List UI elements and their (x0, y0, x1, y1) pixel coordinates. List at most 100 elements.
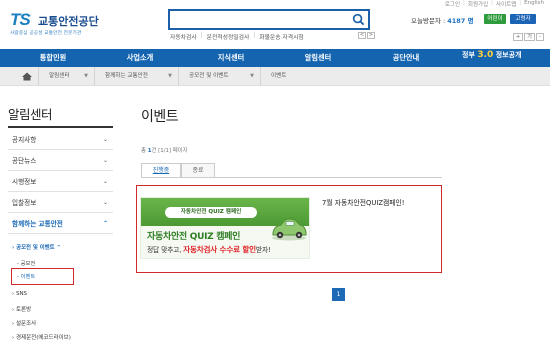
chevron-down-icon: ▼ (84, 73, 88, 79)
sidebar-item-label: 공지사항 (12, 136, 37, 144)
visitor-counter: 오늘방문자 : 4187 명 (411, 15, 474, 25)
chevron-down-icon: ⌄ (102, 157, 108, 164)
breadcrumb-item[interactable]: 함께하는 교통안전 ▼ (95, 67, 179, 86)
sidebar-item-enforcement[interactable]: 시행정보 ⌄ (8, 172, 113, 192)
sidebar-item-label: 설문조사 (15, 321, 37, 327)
chevron-down-icon: ⌄ (102, 178, 108, 185)
search-icon[interactable] (352, 13, 365, 26)
sidebar-item-label: 입찰정보 (12, 199, 37, 207)
visitor-label: 오늘방문자 : (411, 17, 446, 25)
nav-civil-service[interactable]: 통합민원 (18, 49, 88, 67)
sidebar-subitem-contest[interactable]: - 공모전 (17, 259, 35, 267)
chevron-down-icon: ▼ (250, 73, 254, 79)
nav-knowledge[interactable]: 지식센터 (196, 49, 266, 67)
breadcrumb-item[interactable]: 알림센터 ▼ (39, 67, 95, 86)
nav-about[interactable]: 공단안내 (371, 49, 441, 67)
search-box (168, 9, 370, 33)
gov30-prefix: 정부 (462, 51, 475, 59)
logo-tagline: 사람중심 공공성 교통안전 전문기관 (10, 31, 82, 36)
logo-name: 교통안전공단 (38, 15, 99, 28)
sidebar-divider (8, 126, 113, 128)
signup-link[interactable]: 회원가입 (468, 0, 488, 8)
breadcrumb-label: 알림센터 (49, 73, 70, 79)
chevron-down-icon: ⌄ (102, 199, 108, 206)
zoom-out-button[interactable]: - (535, 33, 544, 41)
sidebar-subitem-label: 공모전 (20, 261, 36, 267)
chevron-up-icon: ⌃ (56, 245, 62, 251)
child-mode-button[interactable]: 어린이 (484, 14, 506, 24)
tab-divider (141, 177, 442, 178)
quick-link-cargo-exam[interactable]: 화물운송 자격시험 (259, 32, 304, 41)
english-link[interactable]: English (524, 0, 544, 8)
count-suffix: 건 [1/1] 페이지 (151, 148, 188, 154)
next-icon[interactable]: > (367, 32, 375, 39)
zoom-default-button[interactable]: 기 (524, 33, 535, 41)
sidebar-item-label: 토론방 (15, 307, 32, 313)
sidebar-item-eco-drive[interactable]: › 경제운전(에코드라이브) (12, 333, 71, 341)
main-nav: 통합민원 사업소개 지식센터 알림센터 공단안내 정부 3.0 정보공개 (0, 49, 550, 67)
sidebar-item-news[interactable]: 공단뉴스 ⌄ (8, 151, 113, 171)
tab-ongoing[interactable]: 진행중 (141, 163, 181, 178)
logo-mark: TS (10, 10, 31, 29)
breadcrumb-label: 함께하는 교통안전 (105, 73, 148, 79)
quick-links: 자동차검사 | 운전적성정밀검사 | 화물운송 자격시험 (170, 32, 304, 41)
sidebar-item-forum[interactable]: › 토론방 (12, 305, 31, 313)
selection-highlight (11, 268, 74, 285)
quick-link-aptitude[interactable]: 운전적성정밀검사 (207, 32, 250, 41)
gov30-link[interactable]: 정부 3.0 정보공개 (462, 50, 521, 60)
sidebar-item-label: 함께하는 교통안전 (12, 220, 63, 228)
banner-subline: 정답 맞추고, 자동차검사 수수료 할인받자! (147, 244, 271, 255)
search-input[interactable] (173, 16, 349, 33)
home-icon (22, 72, 32, 81)
sidebar-item-label: 시행정보 (12, 178, 37, 186)
count-prefix: 총 (141, 148, 146, 154)
banner-sub-highlight: 자동차검사 수수료 할인 (183, 245, 256, 254)
login-link[interactable]: 로그인 (445, 0, 460, 8)
sidebar-item-survey[interactable]: › 설문조사 (12, 319, 36, 327)
sidebar-item-label: 경제운전(에코드라이브) (15, 335, 71, 341)
pagination-page-1[interactable]: 1 (332, 288, 345, 301)
sidebar-item-safety-together[interactable]: 함께하는 교통안전 ⌃ (8, 214, 113, 234)
elder-mode-button[interactable]: 고령자 (510, 14, 536, 24)
chevron-up-icon: ⌃ (102, 220, 108, 227)
visitor-count: 4187 명 (447, 17, 474, 25)
breadcrumb-current: 이벤트 (261, 67, 325, 86)
sidebar-item-label: 공단뉴스 (12, 157, 37, 165)
site-logo[interactable]: TS 교통안전공단 사람중심 공공성 교통안전 전문기관 (10, 10, 120, 38)
sidebar-item-notices[interactable]: 공지사항 ⌄ (8, 130, 113, 150)
breadcrumb-item[interactable]: 공모전 및 이벤트 ▼ (179, 67, 261, 86)
gov30-logo-icon: 3.0 (477, 50, 494, 60)
event-title-link[interactable]: 7월 자동차안전QUIZ캠페인! (322, 197, 404, 207)
sidebar-sub-heading-label: 공모전 및 이벤트 (16, 245, 55, 251)
breadcrumb-label: 이벤트 (271, 73, 287, 79)
nav-notice-center[interactable]: 알림센터 (283, 49, 353, 67)
sidebar-item-label: SNS (15, 291, 28, 297)
chevron-down-icon: ⌄ (102, 136, 108, 143)
sitemap-link[interactable]: 사이트맵 (496, 0, 516, 8)
chevron-down-icon: ▼ (168, 73, 172, 79)
gov30-suffix: 정보공개 (495, 51, 522, 59)
event-banner[interactable]: 자동차안전 QUIZ 캠페인 자동차안전 QUIZ 캠페인 정답 맞추고, 자동… (140, 197, 310, 259)
home-link[interactable] (15, 67, 39, 86)
banner-sub-end: 받자! (255, 246, 271, 254)
page-title: 이벤트 (141, 109, 179, 125)
sidebar-item-sns[interactable]: › SNS (12, 291, 27, 297)
sidebar-sub-heading[interactable]: › 공모전 및 이벤트 ⌃ (12, 243, 61, 251)
chevron-right-icon: › (12, 245, 15, 251)
sidebar-item-bids[interactable]: 입찰정보 ⌄ (8, 193, 113, 213)
breadcrumb: 알림센터 ▼ 함께하는 교통안전 ▼ 공모전 및 이벤트 ▼ 이벤트 (0, 67, 550, 86)
zoom-in-button[interactable]: + (513, 33, 524, 41)
quick-links-nav: < > (358, 32, 375, 39)
car-icon (272, 218, 307, 241)
result-count: 총 1건 [1/1] 페이지 (141, 146, 188, 154)
quick-link-inspection[interactable]: 자동차검사 (170, 32, 197, 41)
prev-icon[interactable]: < (358, 32, 366, 39)
zoom-controls: + 기 - (513, 33, 544, 41)
utility-links: 로그인 | 회원가입 | 사이트맵 | English (444, 0, 544, 8)
banner-headline: 자동차안전 QUIZ 캠페인 (147, 232, 241, 242)
banner-sub-plain: 정답 맞추고, (147, 246, 182, 254)
tab-ended[interactable]: 종료 (181, 163, 215, 178)
breadcrumb-label: 공모전 및 이벤트 (189, 73, 229, 79)
nav-business[interactable]: 사업소개 (105, 49, 175, 67)
banner-badge: 자동차안전 QUIZ 캠페인 (165, 207, 257, 218)
